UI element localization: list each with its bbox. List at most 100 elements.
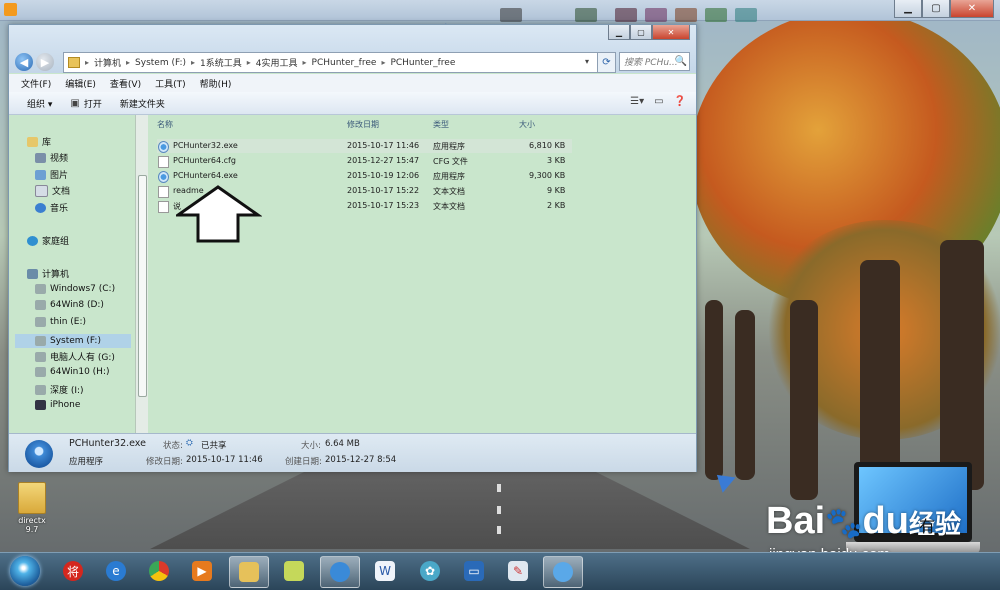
column-type[interactable]: 类型 (433, 119, 449, 130)
nav-label: System (F:) (50, 336, 101, 346)
nav-homegroup[interactable]: 家庭组 (27, 234, 69, 247)
taskbar-item[interactable]: e (97, 556, 135, 586)
close-button[interactable]: ✕ (652, 25, 690, 40)
help-icon[interactable]: ❓ (674, 96, 686, 107)
nav-drive[interactable]: thin (E:) (35, 317, 86, 327)
column-size[interactable]: 大小 (519, 119, 535, 130)
folder-app-icon (284, 561, 304, 581)
crumb-folder[interactable]: 4实用工具 (256, 56, 298, 69)
pchunter-active-icon (553, 562, 573, 582)
crumb-current[interactable]: PCHunter_free (390, 58, 455, 68)
nav-drive[interactable]: 64Win8 (D:) (35, 300, 104, 310)
taskbar-item[interactable] (275, 556, 313, 586)
file-row[interactable]: PCHunter64.cfg 2015-12-27 15:47 CFG 文件 3… (157, 154, 572, 168)
file-row[interactable]: PCHunter32.exe 2015-10-17 11:46 应用程序 6,8… (157, 139, 572, 153)
nav-computer[interactable]: 计算机 (27, 267, 69, 280)
crumb-drive[interactable]: System (F:) (135, 58, 186, 68)
minimize-button[interactable]: ▁ (608, 25, 630, 40)
taskbar-item[interactable]: W (366, 556, 404, 586)
open-icon: ▣ (70, 97, 80, 109)
taskbar-item[interactable]: ▭ (455, 556, 493, 586)
crumb-folder[interactable]: PCHunter_free (312, 58, 377, 68)
menu-help[interactable]: 帮助(H) (200, 77, 232, 90)
wallpaper-trunk (790, 300, 818, 500)
details-modified-value: 2015-10-17 11:46 (186, 455, 263, 465)
folder-icon (18, 482, 46, 514)
taskbar-item[interactable] (140, 556, 178, 586)
menu-tools[interactable]: 工具(T) (155, 77, 186, 90)
desktop-folder-icon[interactable]: directx 9.7 (12, 482, 52, 534)
scrollbar-thumb[interactable] (138, 175, 147, 397)
outer-minimize-button[interactable]: ▁ (894, 0, 922, 18)
details-state-label: 状态: (163, 441, 183, 451)
file-type: CFG 文件 (433, 157, 468, 166)
back-button[interactable]: ◀ (15, 53, 33, 71)
crumb-computer[interactable]: 计算机 (94, 56, 121, 69)
crumb-separator: ▸ (126, 58, 131, 67)
file-size: 9 KB (547, 186, 566, 195)
crumb-folder[interactable]: 1系统工具 (200, 56, 242, 69)
nav-drive[interactable]: Windows7 (C:) (35, 284, 115, 294)
search-icon[interactable]: 🔍 (675, 56, 687, 67)
new-folder-button[interactable]: 新建文件夹 (120, 97, 165, 110)
nav-documents[interactable]: 文档 (35, 184, 70, 197)
nav-drive-selected[interactable]: System (F:) (15, 334, 131, 348)
organize-button[interactable]: 组织 ▾ (27, 97, 52, 110)
crumb-separator: ▸ (302, 58, 307, 67)
taskbar-item[interactable] (320, 556, 360, 588)
taskbar-item[interactable]: 将 (54, 556, 92, 586)
file-modified: 2015-10-17 15:22 (347, 186, 420, 195)
wallpaper-trunk (705, 300, 723, 480)
refresh-button[interactable]: ⟳ (597, 52, 616, 73)
nav-pictures[interactable]: 图片 (35, 168, 68, 181)
nav-drive[interactable]: 64Win10 (H:) (35, 367, 110, 377)
taskbar-item[interactable] (229, 556, 269, 588)
menu-view[interactable]: 查看(V) (110, 77, 141, 90)
swatch (675, 8, 697, 22)
maximize-button[interactable]: ▢ (630, 25, 652, 40)
drive-icon (35, 351, 46, 362)
nav-iphone[interactable]: iPhone (35, 400, 80, 410)
start-button[interactable] (10, 556, 40, 586)
view-options-icon[interactable]: ☰▾ (630, 96, 644, 107)
media-player-icon: ▶ (192, 561, 212, 581)
menu-file[interactable]: 文件(F) (21, 77, 51, 90)
nav-label: iPhone (50, 400, 81, 410)
column-modified[interactable]: 修改日期 (347, 119, 379, 130)
address-dropdown-icon[interactable]: ▾ (585, 57, 589, 66)
taskbar-item[interactable]: ✎ (499, 556, 537, 586)
menu-bar: 文件(F) 编辑(E) 查看(V) 工具(T) 帮助(H) (9, 74, 696, 93)
column-name[interactable]: 名称 (157, 119, 173, 130)
swatch (615, 8, 637, 22)
forward-button[interactable]: ▶ (36, 53, 54, 71)
address-bar[interactable]: ▸ 计算机 ▸ System (F:) ▸ 1系统工具 ▸ 4实用工具 ▸ PC… (63, 52, 598, 73)
drive-icon (35, 284, 46, 294)
monitor-icon: ▭ (464, 561, 484, 581)
open-button[interactable]: ▣ 打开 (70, 97, 101, 110)
details-created-label: 创建日期: (285, 457, 322, 467)
shared-icon: ⛭ (186, 438, 193, 448)
taskbar-item[interactable]: ✿ (411, 556, 449, 586)
taskbar-item[interactable] (543, 556, 583, 588)
file-row[interactable]: PCHunter64.exe 2015-10-19 12:06 应用程序 9,3… (157, 169, 572, 183)
iphone-icon (35, 400, 46, 410)
exe-icon (158, 171, 169, 183)
up-arrow-annotation (176, 185, 262, 243)
search-input[interactable]: 搜索 PCHu... 🔍 (619, 52, 690, 71)
outer-close-button[interactable]: ✕ (950, 0, 994, 18)
nav-video[interactable]: 视频 (35, 151, 68, 164)
nav-drive[interactable]: 电脑人人有 (G:) (35, 350, 115, 363)
taskbar-item[interactable]: ▶ (183, 556, 221, 586)
file-icon (158, 201, 169, 213)
outer-maximize-button[interactable]: ▢ (922, 0, 950, 18)
nav-music[interactable]: 音乐 (35, 201, 68, 214)
nav-library[interactable]: 库 (27, 135, 51, 148)
brand-b: du (862, 500, 909, 542)
file-modified: 2015-10-17 15:23 (347, 201, 420, 210)
nav-scrollbar[interactable] (135, 115, 148, 433)
road-mark (497, 506, 501, 514)
file-modified: 2015-10-19 12:06 (347, 171, 420, 180)
preview-pane-icon[interactable]: ▭ (654, 96, 663, 107)
menu-edit[interactable]: 编辑(E) (65, 77, 96, 90)
nav-drive[interactable]: 深度 (I:) (35, 383, 84, 396)
